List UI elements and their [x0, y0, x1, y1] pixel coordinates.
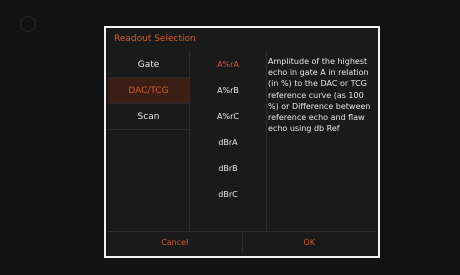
- readout-item-a-rc[interactable]: A%rC: [190, 104, 266, 130]
- readout-item-dbra[interactable]: dBrA: [190, 130, 266, 156]
- cancel-button[interactable]: Cancel: [108, 232, 242, 254]
- readout-item-dbrb[interactable]: dBrB: [190, 156, 266, 182]
- readout-selection-dialog: Readout Selection Gate DAC/TCG Scan A%rA…: [104, 26, 380, 258]
- gate-item-dac-tcg[interactable]: DAC/TCG: [108, 78, 189, 104]
- ok-button[interactable]: OK: [241, 232, 377, 254]
- readout-item-dbrc[interactable]: dBrC: [190, 182, 266, 208]
- readout-description: Amplitude of the highest echo in gate A …: [268, 57, 371, 134]
- readout-item-a-ra[interactable]: A%rA: [190, 52, 266, 78]
- dialog-footer: Cancel OK: [108, 231, 376, 254]
- readout-item-a-rb[interactable]: A%rB: [190, 78, 266, 104]
- gate-column: Gate DAC/TCG Scan: [108, 52, 190, 232]
- dialog-title: Readout Selection: [114, 34, 196, 44]
- gate-item-gate[interactable]: Gate: [108, 52, 189, 78]
- dialog-body: Gate DAC/TCG Scan A%rA A%rB A%rC dBrA dB…: [108, 52, 376, 254]
- gate-item-scan[interactable]: Scan: [108, 104, 189, 130]
- background-circle-icon: [20, 16, 36, 32]
- readout-column: A%rA A%rB A%rC dBrA dBrB dBrC: [190, 52, 267, 232]
